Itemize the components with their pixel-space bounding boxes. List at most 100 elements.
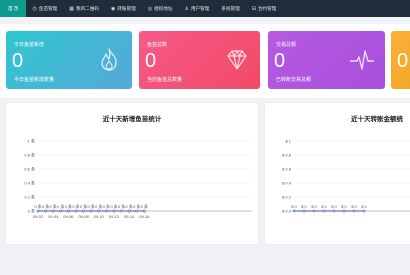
data-point [332,209,336,213]
nav-item-label: 合约管理 [257,5,277,11]
clock-icon: ◷ [32,5,37,12]
nav-item-label: 系统管理 [221,5,240,11]
diamond-icon [227,50,247,70]
x-tick-label: 09-08 [78,214,89,219]
data-label: 0 条 [34,203,41,209]
nav-item-contract[interactable]: ⊟ 合约管理 [246,0,283,17]
data-point [142,209,146,213]
data-label: 0 条 [65,203,72,209]
card-title: 交易总额 [276,42,297,48]
data-label: 0 条 [141,203,148,209]
data-label: 0 条 [57,203,64,209]
data-point [67,209,70,213]
data-point [362,209,366,213]
card-subtitle: 已转账交易总额 [276,77,312,83]
data-label: $ 0 [331,204,337,209]
data-point [112,209,116,213]
nav-item-home[interactable]: 首 页 [0,0,27,17]
data-point [120,209,124,213]
data-label: 0 条 [72,203,79,209]
target-icon: ◎ [147,5,153,12]
data-label: $ 0 [311,204,317,209]
data-point [59,209,63,213]
contract-icon: ⊟ [251,5,256,12]
data-label: $ 0 [361,204,367,209]
card-trade-total[interactable]: 交易总额 0 已转账交易总额 [268,31,385,89]
data-point [312,209,316,213]
transfer-line-chart: $ 0.0 $ 0.2 $ 0.4 $ 0.6 $ 0.8 $ 1 $ 0 $ 0 $ 0 $ 0… [282,138,410,213]
card-value: 0 [397,50,409,72]
data-label: 0 条 [88,203,95,209]
data-label: $ 0 [301,204,307,209]
data-label: $ 0 [351,204,357,209]
nav-item-transfer[interactable]: ◉ 转账管理 [105,0,142,17]
nav-item-label: 我的二维码 [75,5,99,11]
qrcode-icon: ▦ [69,5,74,12]
data-label: $ 0 [321,204,327,209]
top-nav-bar: 首 页 ◷ 鱼苗管理 ▦ 我的二维码 ◉ 转账管理 ◎ 授权地址 ♙ 用户管理 系统管理 … [0,0,410,17]
card-value: 0 [274,50,286,72]
nav-item-qrcode[interactable]: ▦ 我的二维码 [63,0,105,17]
x-tick-label: 09-06 [63,214,74,219]
nav-item-fry-management[interactable]: ◷ 鱼苗管理 [26,0,63,17]
y-tick-label: 1 条 [28,137,35,143]
card-title: 鱼苗总数 [147,42,168,48]
data-point [36,209,40,213]
card-total-fry[interactable]: 鱼苗总数 0 当前鱼苗总数量 [139,31,260,89]
x-tick-label: 09-12 [109,214,120,219]
data-label: 0 条 [42,203,49,209]
nav-item-label: 授权地址 [154,5,173,11]
y-tick-label: $ 0.4 [282,180,292,185]
data-point [44,209,48,213]
data-point [302,209,306,213]
data-point [74,209,78,213]
user-icon: ♙ [184,5,189,12]
data-point [322,209,326,213]
data-point [342,209,346,213]
data-label: 0 条 [50,203,57,209]
x-tick-label: 09-14 [124,214,135,219]
card-today-new-fry[interactable]: 今日鱼苗新增 0 今日鱼苗新增数量 [6,31,132,89]
nav-item-label: 用户管理 [190,5,210,11]
data-point [292,209,296,213]
transfer-icon: ◉ [110,5,116,12]
nav-item-system[interactable]: 系统管理 [215,0,245,17]
nav-item-label: 鱼苗管理 [38,5,58,11]
data-label: 0 条 [133,203,140,209]
data-point [135,209,139,213]
nav-item-users[interactable]: ♙ 用户管理 [178,0,215,17]
y-tick-label: $ 0.8 [282,152,292,157]
x-tick-label: 09-02 [33,214,44,219]
data-label: 0 条 [118,203,125,209]
card-value: 0 [12,50,24,72]
y-tick-label: $ 0.0 [282,208,292,213]
y-tick-label: $ 0.2 [282,194,292,199]
stats-cards-area: 今日鱼苗新增 0 今日鱼苗新增数量 鱼苗总数 0 当前鱼苗总数量 交易总额 0 … [0,24,410,98]
pulse-icon [350,50,374,70]
data-point [97,209,101,213]
y-tick-label: 0.6 条 [24,165,35,171]
nav-item-label: 转账管理 [117,5,136,11]
new-fry-line-chart: 0 条 0.2 条 0.4 条 0.6 条 0.8 条 1 条 09-02 09-04 09-0… [24,137,252,219]
card-subtitle: 当前鱼苗总数量 [147,77,183,83]
data-point [105,209,108,213]
data-point [127,209,131,213]
card-subtitle: 今日鱼苗新增数量 [14,77,55,83]
data-label: 0 条 [110,203,117,209]
card-value: 0 [145,50,157,72]
data-label: 0 条 [95,203,102,209]
x-tick-label: 09-10 [94,214,105,219]
data-label: 0 条 [103,203,110,209]
y-tick-label: 0.2 条 [24,193,35,199]
data-label: 0 条 [126,203,133,209]
y-tick-label: 0.4 条 [24,179,35,185]
data-label: $ 0 [291,204,297,209]
x-tick-label: 09-04 [48,214,59,219]
data-point [82,209,86,213]
y-tick-label: $ 0.6 [282,166,292,171]
chart-panel-new-fry: 近十天新增鱼苗统计 0 条 0.2 条 0.4 条 0.6 条 0.8 条1 条 09-0… [6,103,258,244]
card-extra[interactable]: 0 [391,31,410,89]
chart-panel-transfer: 近十天转账金额统 $ 0.0 $ 0.2 $ 0.4 $ 0.6 $ 0.8 $ 1 $ 0… [265,103,410,244]
nav-item-auth-address[interactable]: ◎ 授权地址 [142,0,179,17]
data-point [89,209,93,213]
